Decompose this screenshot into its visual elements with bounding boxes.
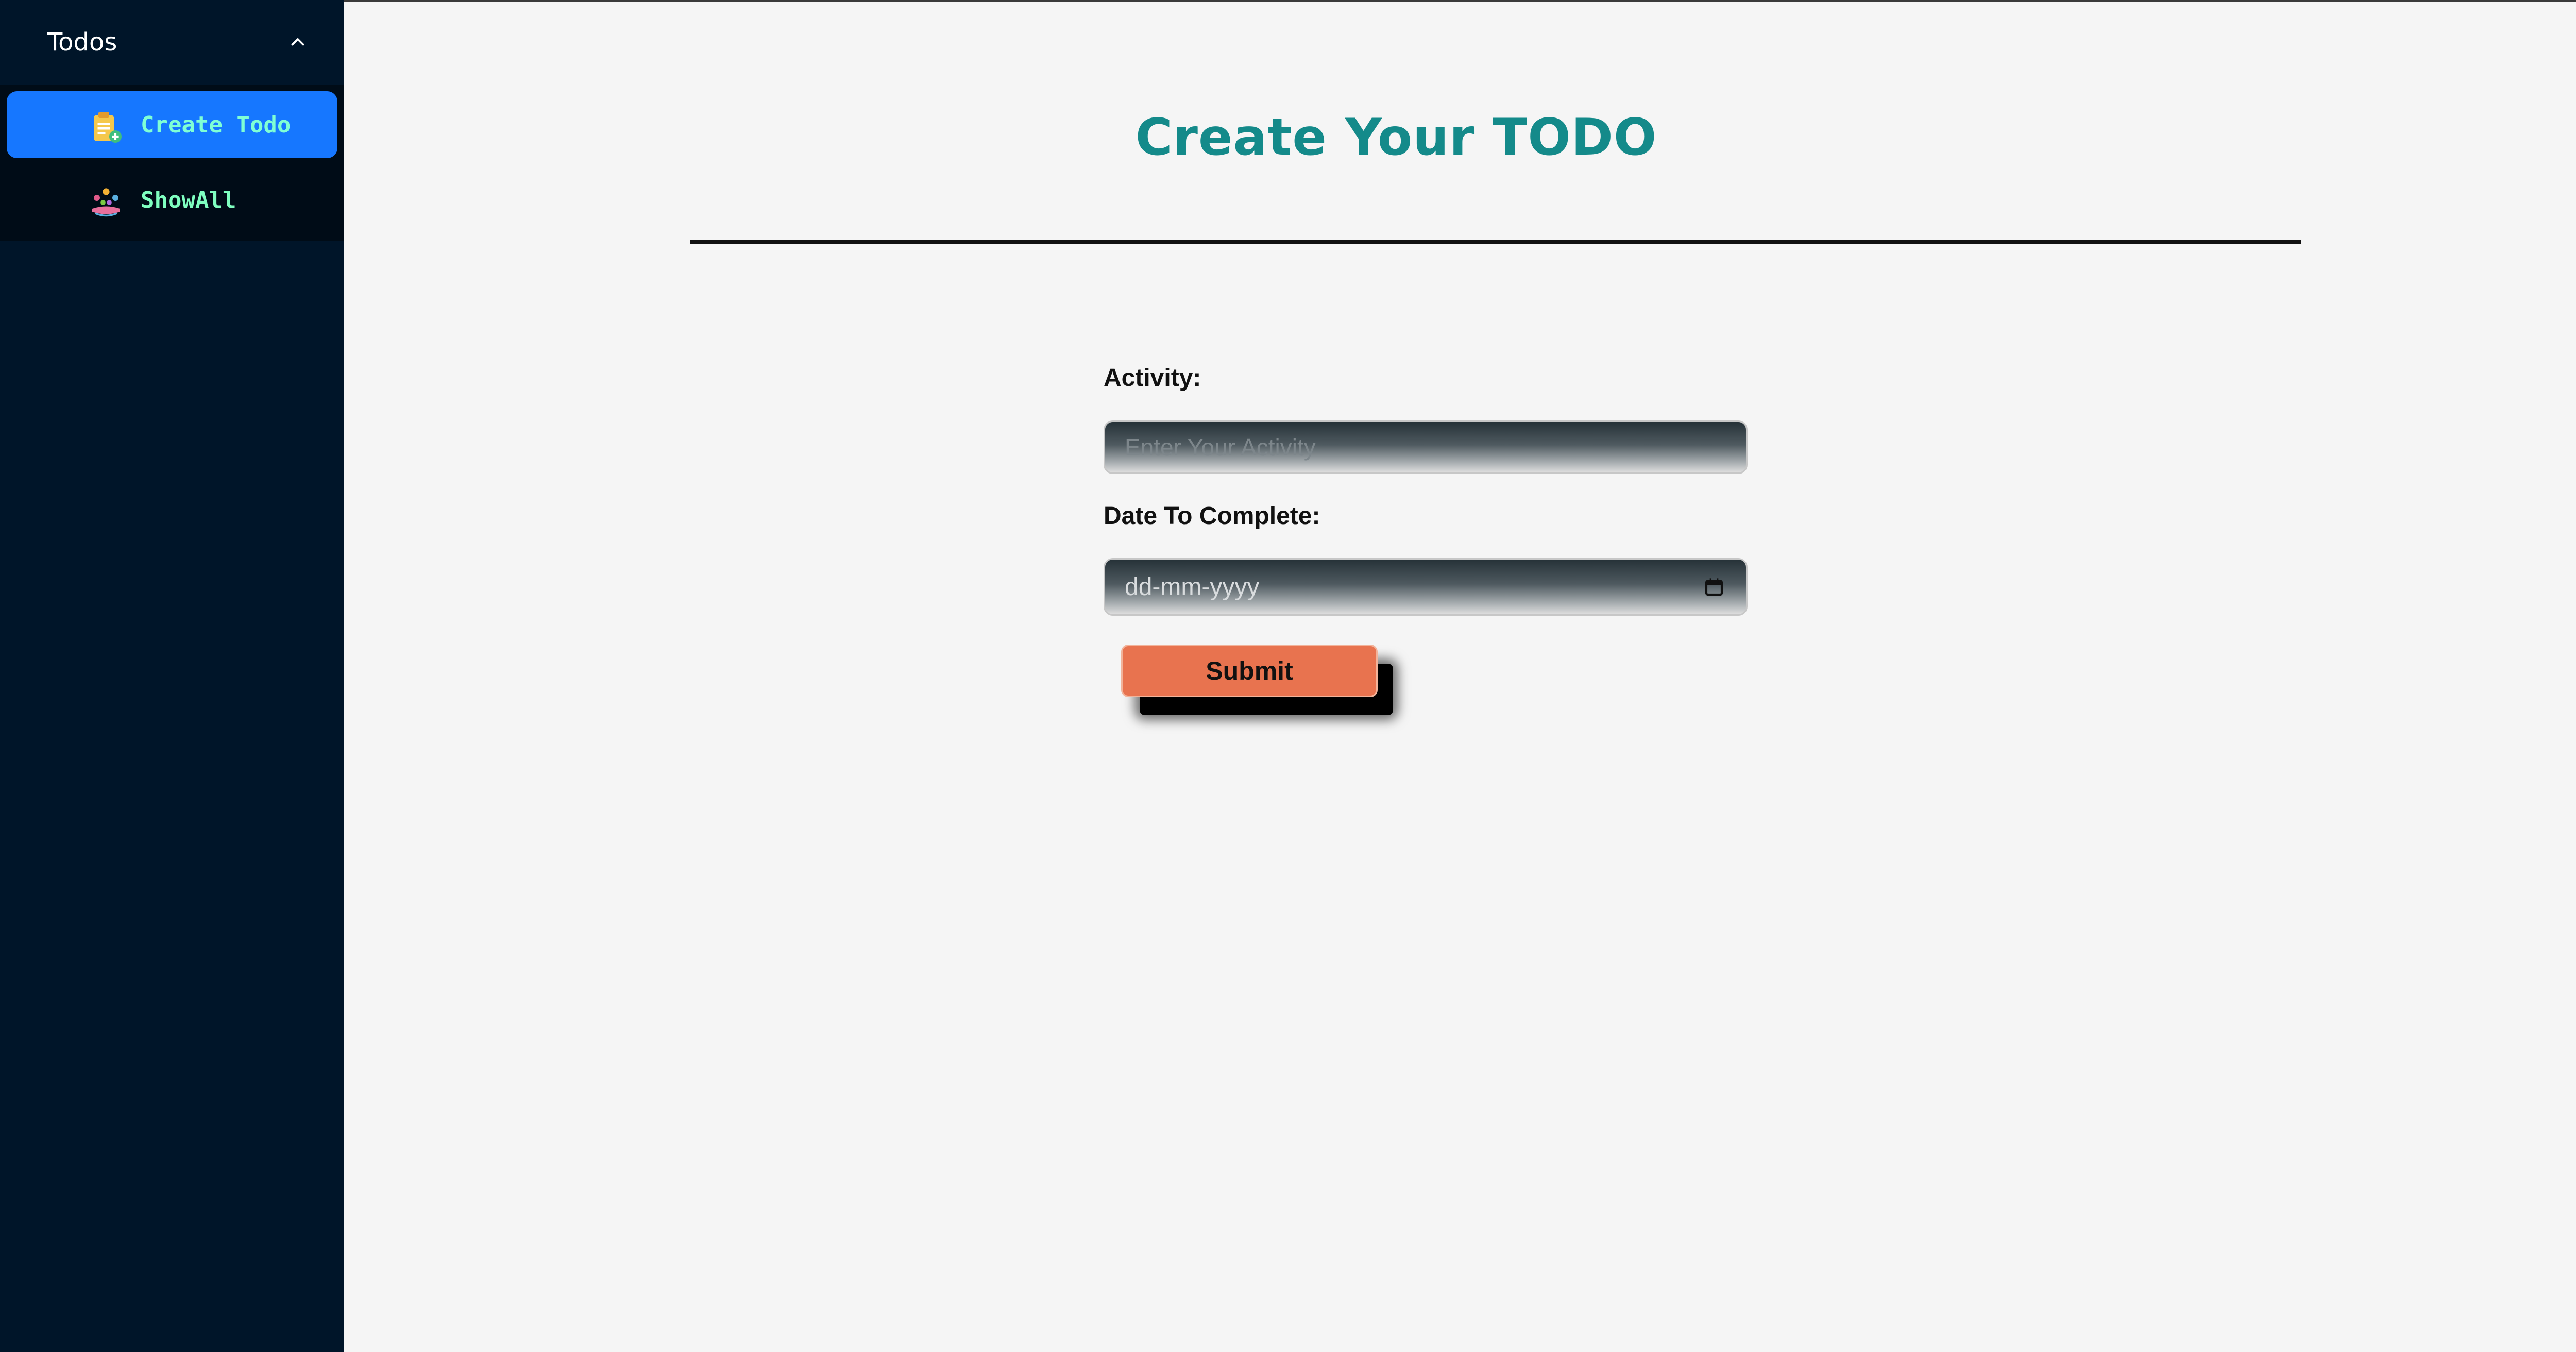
- sidebar-item-label: Create Todo: [141, 112, 291, 138]
- date-placeholder: dd-mm-yyyy: [1125, 573, 1260, 601]
- submenu-todos[interactable]: Todos: [0, 0, 344, 85]
- people-list-icon: [92, 188, 120, 217]
- activity-label: Activity:: [1104, 364, 1201, 392]
- clipboard-add-icon: [94, 112, 122, 143]
- submit-button[interactable]: Submit: [1121, 645, 1378, 697]
- activity-input[interactable]: [1104, 420, 1748, 474]
- sidebar: Todos Create Todo ShowAll: [0, 0, 344, 1352]
- top-border: [0, 0, 2576, 2]
- chevron-up-icon[interactable]: [289, 33, 307, 52]
- submenu-items: Create Todo ShowAll: [0, 85, 344, 241]
- sidebar-item-showall[interactable]: ShowAll: [7, 166, 337, 233]
- sidebar-item-create-todo[interactable]: Create Todo: [7, 91, 337, 158]
- date-input[interactable]: dd-mm-yyyy: [1104, 558, 1748, 616]
- calendar-icon[interactable]: [1704, 577, 1724, 597]
- date-label: Date To Complete:: [1104, 502, 1320, 530]
- submenu-title: Todos: [47, 28, 117, 57]
- date-field[interactable]: dd-mm-yyyy: [1104, 558, 1748, 616]
- divider: [690, 240, 2301, 244]
- page-title: Create Your TODO: [1135, 108, 1657, 167]
- sidebar-item-label: ShowAll: [141, 187, 236, 213]
